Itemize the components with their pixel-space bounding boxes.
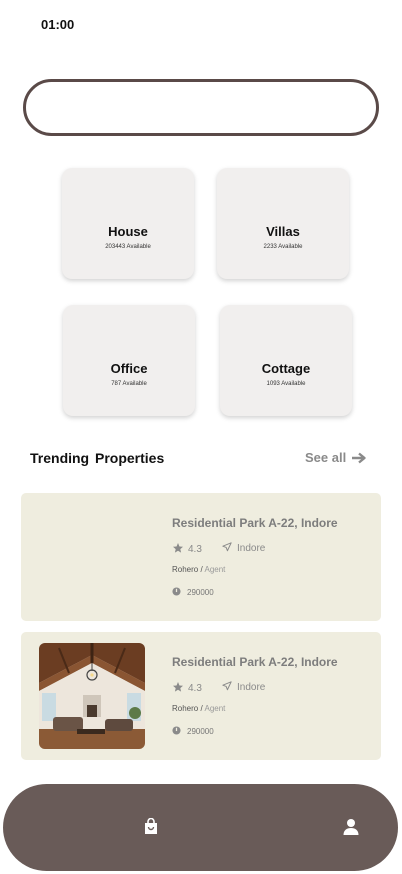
see-all-label: See all [305, 450, 347, 465]
status-time: 01:00 [41, 17, 75, 32]
property-image [39, 643, 145, 749]
navigation-icon [222, 681, 232, 694]
property-rating: 4.3 [172, 542, 202, 557]
property-rating: 4.3 [172, 681, 202, 696]
category-card-house[interactable]: House 203443 Available [62, 168, 194, 279]
section-title: Trending Properties [30, 450, 165, 466]
property-location: Indore [222, 681, 265, 694]
bottom-nav [3, 784, 398, 871]
star-icon [172, 681, 184, 696]
price-value: 290000 [187, 588, 214, 597]
category-count: 2233 Available [263, 244, 303, 250]
property-agent: Rohero / Agent [172, 565, 225, 574]
category-name: Office [110, 361, 148, 376]
search-input[interactable] [23, 79, 379, 136]
rating-value: 4.3 [188, 683, 202, 694]
agent-name: Rohero [172, 565, 199, 574]
star-icon [172, 542, 184, 557]
property-price: 290000 [172, 587, 214, 598]
arrow-right-icon [352, 452, 367, 464]
rating-value: 4.3 [188, 544, 202, 555]
category-card-cottage[interactable]: Cottage 1093 Available [220, 305, 352, 416]
agent-role: Agent [204, 704, 226, 713]
category-count: 1093 Available [266, 381, 306, 387]
category-count: 787 Available [111, 381, 147, 387]
property-price: 290000 [172, 726, 214, 737]
property-title: Residential Park A-22, Indore [172, 655, 338, 669]
category-card-office[interactable]: Office 787 Available [63, 305, 195, 416]
property-card[interactable]: Residential Park A-22, Indore 4.3 Indore… [21, 493, 381, 621]
navigation-icon [222, 542, 232, 555]
category-count: 203443 Available [105, 244, 151, 250]
location-text: Indore [237, 682, 266, 693]
property-agent: Rohero / Agent [172, 704, 225, 713]
price-value: 290000 [187, 727, 214, 736]
location-text: Indore [237, 543, 266, 554]
price-icon [172, 587, 181, 598]
user-icon[interactable] [342, 818, 360, 836]
category-name: House [108, 224, 148, 239]
property-card[interactable]: Residential Park A-22, Indore 4.3 Indore… [21, 632, 381, 760]
category-card-villas[interactable]: Villas 2233 Available [217, 168, 349, 279]
property-location: Indore [222, 542, 265, 555]
agent-role: Agent [204, 565, 226, 574]
see-all-link[interactable]: See all [305, 450, 367, 465]
property-title: Residential Park A-22, Indore [172, 516, 338, 530]
category-name: Cottage [261, 361, 311, 376]
price-icon [172, 726, 181, 737]
category-name: Villas [266, 224, 300, 239]
agent-name: Rohero [172, 704, 199, 713]
bag-icon[interactable] [142, 817, 160, 836]
